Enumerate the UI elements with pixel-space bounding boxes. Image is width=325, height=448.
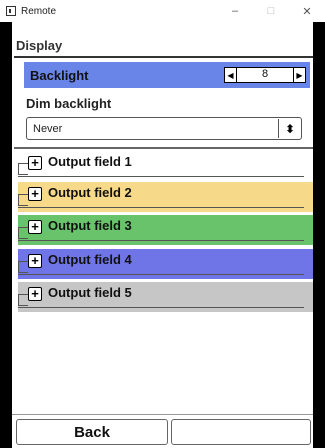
divider — [14, 147, 313, 149]
expand-icon[interactable]: + — [28, 220, 42, 234]
output-field-label: Output field 3 — [48, 218, 132, 233]
backlight-row: Backlight ◀ 8 ▶ — [24, 62, 310, 88]
remote-panel: Display Backlight ◀ 8 ▶ Dim backlight Ne… — [12, 22, 313, 448]
expand-icon[interactable]: + — [28, 287, 42, 301]
divider — [18, 239, 304, 241]
section-title: Display — [16, 38, 63, 53]
output-field-label: Output field 4 — [48, 252, 132, 267]
backlight-label: Backlight — [30, 67, 89, 83]
output-field-label: Output field 2 — [48, 185, 132, 200]
output-field-label: Output field 1 — [48, 154, 132, 169]
dim-backlight-value: Never — [33, 122, 63, 135]
divider — [18, 206, 304, 208]
window-titlebar: Remote – □ ✕ — [0, 0, 325, 23]
updown-icon[interactable]: ⬍ — [278, 119, 301, 138]
output-field-row[interactable]: + Output field 2 — [18, 182, 313, 212]
tree-bracket — [18, 261, 28, 273]
divider — [18, 273, 304, 275]
tree-bracket — [18, 163, 28, 175]
dim-backlight-label: Dim backlight — [26, 96, 112, 111]
expand-icon[interactable]: + — [28, 187, 42, 201]
footer-bar: Back — [12, 414, 313, 448]
tree-bracket — [18, 294, 28, 306]
backlight-value[interactable]: 8 — [237, 67, 293, 83]
divider — [12, 414, 313, 415]
right-border — [313, 22, 325, 448]
divider — [18, 175, 304, 177]
decrease-icon[interactable]: ◀ — [224, 67, 237, 83]
output-field-row[interactable]: + Output field 4 — [18, 249, 313, 279]
output-field-label: Output field 5 — [48, 285, 132, 300]
divider — [14, 56, 313, 58]
output-field-row[interactable]: + Output field 5 — [18, 282, 313, 312]
increase-icon[interactable]: ▶ — [293, 67, 306, 83]
minimize-button[interactable]: – — [217, 5, 253, 17]
close-button[interactable]: ✕ — [289, 5, 325, 18]
divider — [18, 306, 304, 308]
backlight-stepper: ◀ 8 ▶ — [224, 67, 306, 83]
tree-bracket — [18, 194, 28, 206]
expand-icon[interactable]: + — [28, 254, 42, 268]
maximize-button[interactable]: □ — [253, 5, 289, 17]
output-field-row[interactable]: + Output field 1 — [18, 151, 313, 181]
tree-bracket — [18, 227, 28, 239]
secondary-button[interactable] — [171, 419, 311, 445]
window-title: Remote — [21, 5, 57, 17]
back-button[interactable]: Back — [16, 419, 168, 445]
output-field-row[interactable]: + Output field 3 — [18, 215, 313, 245]
dim-backlight-select[interactable]: Never ⬍ — [26, 117, 302, 140]
expand-icon[interactable]: + — [28, 156, 42, 170]
app-icon — [6, 6, 16, 16]
left-border — [0, 22, 12, 448]
